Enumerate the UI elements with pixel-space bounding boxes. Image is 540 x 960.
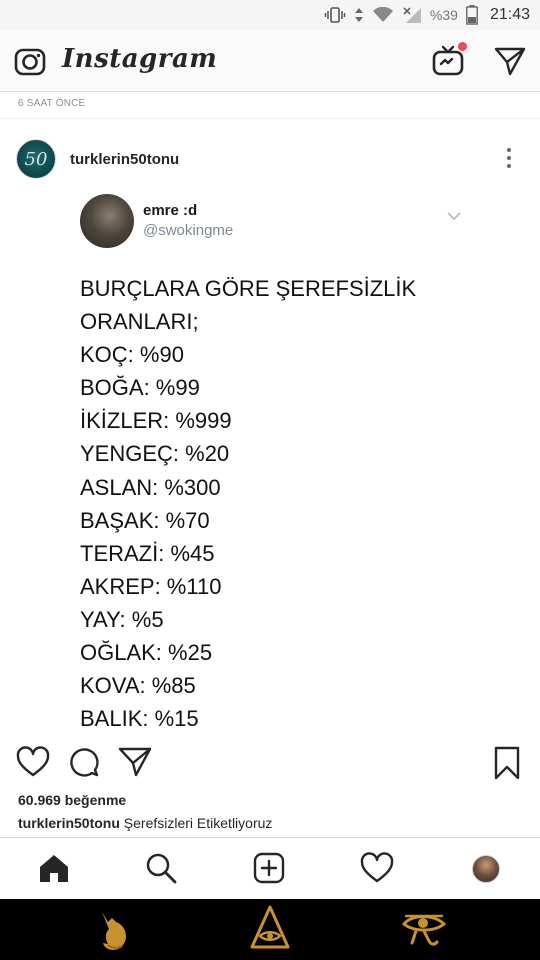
tweet-line: BURÇLARA GÖRE ŞEREFSİZLİK (80, 276, 417, 301)
tweet-line: İKİZLER: %999 (80, 408, 232, 434)
bottom-navigation (0, 837, 540, 899)
instagram-logo: Instagram (62, 44, 218, 74)
battery-icon (466, 5, 478, 25)
caption-text: Şerefsizleri Etiketliyoruz (123, 815, 273, 831)
recents-eye-icon[interactable] (401, 911, 447, 954)
like-count[interactable]: 60.969 beğenme (18, 792, 126, 808)
tweet-display-name: emre :d (143, 202, 198, 219)
battery-percent: %39 (429, 7, 458, 23)
data-transfer-icon (354, 7, 364, 23)
tweet-line: BALIK: %15 (80, 706, 199, 732)
tweet-line: BAŞAK: %70 (80, 507, 210, 533)
post-username[interactable]: turklerin50tonu (70, 151, 179, 168)
clock: 21:43 (489, 6, 530, 23)
system-navigation-bar (0, 899, 540, 960)
caption-username[interactable]: turklerin50tonu (18, 815, 120, 831)
home-icon[interactable] (38, 852, 70, 889)
vibrate-icon (324, 6, 346, 24)
tweet-line: KOVA: %85 (80, 673, 196, 699)
search-icon[interactable] (145, 852, 177, 889)
like-heart-icon[interactable] (16, 746, 50, 783)
tweet-line: KOÇ: %90 (80, 342, 184, 368)
comment-icon[interactable] (68, 746, 100, 783)
avatar-logo-text: 50 (24, 148, 48, 170)
notification-dot (458, 42, 467, 51)
status-bar: %39 21:43 (0, 0, 540, 30)
post-caption: turklerin50tonu Şerefsizleri Etiketliyor… (18, 815, 528, 831)
camera-icon[interactable] (14, 46, 46, 81)
back-anubis-icon[interactable] (94, 909, 136, 956)
post-header: 50 turklerin50tonu (0, 138, 540, 182)
chevron-down-icon (446, 208, 462, 226)
post-action-bar (0, 742, 540, 784)
post-time-ago: 6 SAAT ÖNCE (18, 98, 86, 109)
tweet-line: AKREP: %110 (80, 573, 222, 599)
post-author-avatar[interactable]: 50 (16, 139, 56, 179)
tweet-line: ASLAN: %300 (80, 474, 221, 500)
tweet-line: OĞLAK: %25 (80, 640, 213, 666)
tweet-line: TERAZİ: %45 (80, 540, 215, 566)
profile-avatar[interactable] (472, 855, 500, 883)
share-icon[interactable] (118, 746, 152, 783)
app-header: Instagram (0, 30, 540, 92)
more-options-icon[interactable] (502, 148, 516, 172)
tweet-avatar (80, 194, 134, 248)
tweet-handle: @swokingme (143, 222, 234, 239)
feed-divider (0, 118, 540, 119)
no-signal-icon (402, 6, 422, 24)
tweet-line: YENGEÇ: %20 (80, 441, 230, 467)
post-image[interactable]: emre :d @swokingme BURÇLARA GÖRE ŞEREFSİ… (0, 190, 540, 740)
new-post-icon[interactable] (253, 852, 285, 889)
activity-icon[interactable] (360, 852, 394, 889)
profile-avatar-image (472, 855, 500, 883)
direct-message-icon[interactable] (494, 46, 526, 81)
igtv-icon[interactable] (432, 42, 467, 76)
home-pyramid-icon[interactable] (249, 905, 291, 956)
tweet-text: BURÇLARA GÖRE ŞEREFSİZLİK ORANLARI; KOÇ:… (80, 272, 416, 735)
wifi-icon (372, 7, 394, 23)
bookmark-icon[interactable] (493, 746, 521, 785)
tweet-line: ORANLARI; (80, 309, 199, 335)
tweet-line: YAY: %5 (80, 606, 164, 632)
tweet-line: BOĞA: %99 (80, 375, 200, 401)
